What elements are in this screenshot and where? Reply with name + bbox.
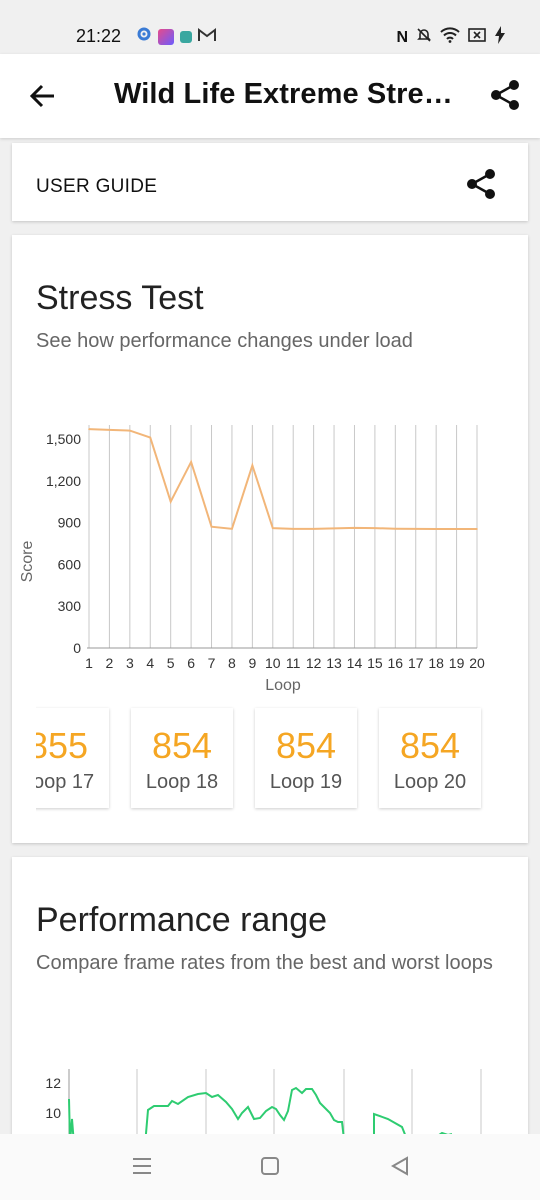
arrow-left-icon xyxy=(29,84,54,108)
mute-icon xyxy=(416,27,432,48)
battery-saver-icon xyxy=(468,27,486,48)
wifi-icon xyxy=(440,27,460,48)
loop-score-card[interactable]: 854 Loop 18 xyxy=(131,708,233,808)
loop-scores-carousel[interactable]: 855 Loop 17 854 Loop 18 854 Loop 19 854 … xyxy=(36,235,528,843)
loop-score-card[interactable]: 854 Loop 20 xyxy=(379,708,481,808)
loop-score-label: Loop 20 xyxy=(393,771,467,793)
app-icon xyxy=(180,30,192,43)
status-time: 21:22 xyxy=(76,26,122,46)
y-tick-label: 10 xyxy=(45,1105,61,1121)
charging-icon xyxy=(494,26,506,49)
stress-test-card: Stress Test See how performance changes … xyxy=(12,235,528,843)
gear-icon xyxy=(136,26,152,47)
loop-score-label: Loop 18 xyxy=(145,771,219,793)
menu-button[interactable] xyxy=(130,1154,154,1178)
nfc-icon: N xyxy=(396,28,408,46)
loop-score-value: 854 xyxy=(275,725,337,766)
loop-score-value: 855 xyxy=(36,725,89,766)
status-system-icons: N xyxy=(396,26,506,49)
home-button[interactable] xyxy=(258,1154,282,1178)
home-icon xyxy=(261,1157,279,1175)
loop-score-value: 854 xyxy=(399,725,461,766)
performance-range-card: Performance range Compare frame rates fr… xyxy=(12,857,528,1157)
back-nav-button[interactable] xyxy=(388,1154,412,1178)
app-bar: Wild Life Extreme Stress... xyxy=(0,54,540,138)
share-icon xyxy=(491,80,519,110)
share-button[interactable] xyxy=(488,78,522,112)
loop-score-card[interactable]: 854 Loop 19 xyxy=(255,708,357,808)
loop-score-label: Loop 19 xyxy=(269,771,343,793)
user-guide-share-button[interactable] xyxy=(464,167,498,201)
gmail-icon xyxy=(198,26,216,47)
loop-score-label: Loop 17 xyxy=(36,771,95,793)
menu-icon xyxy=(133,1158,151,1174)
frame-rate-chart: 12 10 xyxy=(45,1069,482,1157)
status-notification-icons xyxy=(136,26,216,47)
back-button[interactable] xyxy=(26,78,62,114)
back-icon xyxy=(390,1156,408,1176)
y-tick-label: 12 xyxy=(45,1075,61,1091)
loop-score-value: 854 xyxy=(151,725,213,766)
user-guide-card[interactable]: USER GUIDE xyxy=(12,143,528,221)
user-guide-label: USER GUIDE xyxy=(36,176,158,197)
loop-score-card[interactable]: 855 Loop 17 xyxy=(36,708,109,808)
page-title: Wild Life Extreme Stress... xyxy=(114,78,464,110)
status-bar: 21:22 N xyxy=(0,0,540,54)
system-navigation-bar xyxy=(0,1134,540,1200)
app-icon xyxy=(158,28,174,45)
share-icon xyxy=(467,169,495,199)
y-axis-label: Score xyxy=(19,541,36,583)
